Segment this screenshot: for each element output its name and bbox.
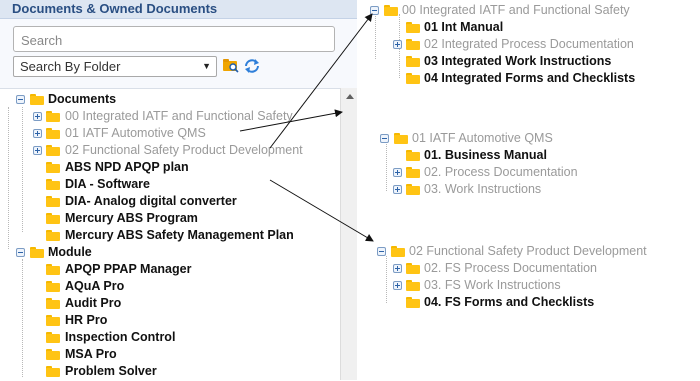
collapse-icon[interactable]: [370, 6, 379, 15]
tree-scrollbar[interactable]: [340, 88, 357, 380]
folder-icon: [46, 179, 60, 190]
folder-icon: [406, 56, 420, 67]
folder-icon: [406, 167, 420, 178]
search-input[interactable]: [19, 28, 323, 52]
folder-icon: [46, 366, 60, 377]
expand-icon[interactable]: [393, 281, 402, 290]
search-box[interactable]: [13, 26, 335, 52]
folder-icon: [46, 213, 60, 224]
expand-icon[interactable]: [393, 40, 402, 49]
folder-icon: [30, 247, 44, 258]
folder-icon: [46, 196, 60, 207]
folder-icon: [406, 184, 420, 195]
expand-icon[interactable]: [33, 129, 42, 138]
collapse-icon[interactable]: [16, 95, 25, 104]
chevron-down-icon: ▼: [202, 61, 211, 71]
expand-icon[interactable]: [393, 264, 402, 273]
folder-icon: [30, 94, 44, 105]
folder-search-select[interactable]: Search By Folder ▼: [13, 56, 217, 77]
collapse-icon[interactable]: [380, 134, 389, 143]
folder-icon: [46, 281, 60, 292]
folder-icon: [46, 128, 60, 139]
refresh-icon[interactable]: [243, 58, 261, 74]
collapse-icon[interactable]: [377, 247, 386, 256]
folder-icon: [406, 22, 420, 33]
folder-search-icon[interactable]: [222, 58, 240, 74]
folder-icon: [394, 133, 408, 144]
folder-icon: [46, 298, 60, 309]
folder-icon: [406, 73, 420, 84]
folder-icon: [406, 280, 420, 291]
folder-icon: [46, 162, 60, 173]
folder-icon: [46, 332, 60, 343]
folder-icon: [46, 349, 60, 360]
folder-icon: [46, 230, 60, 241]
folder-icon: [46, 315, 60, 326]
folder-search-select-value: Search By Folder: [20, 59, 121, 74]
folder-icon: [406, 150, 420, 161]
folder-icon: [406, 297, 420, 308]
panel-header: Documents & Owned Documents: [0, 0, 357, 19]
folder-icon: [384, 5, 398, 16]
panel-title: Documents & Owned Documents: [12, 1, 218, 16]
expand-icon[interactable]: [33, 146, 42, 155]
collapse-icon[interactable]: [16, 248, 25, 257]
folder-icon: [46, 264, 60, 275]
folder-icon: [406, 263, 420, 274]
folder-icon: [46, 111, 60, 122]
folder-icon: [391, 246, 405, 257]
expand-icon[interactable]: [33, 112, 42, 121]
folder-icon: [46, 145, 60, 156]
documents-panel: Documents & Owned Documents Search By Fo…: [0, 0, 357, 381]
folder-tree: Documents 00 Integrated IATF and Functio…: [0, 88, 340, 381]
expand-icon[interactable]: [393, 168, 402, 177]
scroll-up-icon[interactable]: [346, 94, 354, 99]
expand-icon[interactable]: [393, 185, 402, 194]
folder-icon: [406, 39, 420, 50]
